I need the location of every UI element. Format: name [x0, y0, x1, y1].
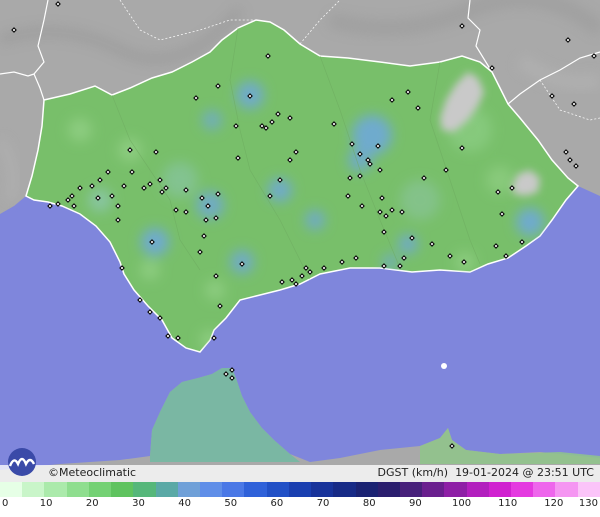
legend-tick-label: 80 [362, 498, 376, 509]
timestamp-label: DGST (km/h) 19-01-2024 @ 23:51 UTC [378, 466, 594, 479]
legend-swatch [444, 482, 467, 497]
legend-tick-label: 130 [578, 498, 598, 509]
legend-swatch [88, 482, 112, 497]
legend-tick-label: 60 [270, 498, 284, 509]
legend-tick-label: 0 [2, 498, 9, 509]
legend-swatch [466, 482, 489, 497]
legend-swatch [422, 482, 445, 497]
brand-label: ©Meteoclimatic [48, 466, 137, 479]
legend-swatch [44, 482, 67, 497]
legend-swatch [355, 482, 378, 497]
map-canvas [0, 0, 600, 482]
legend-swatch [266, 482, 289, 497]
legend-swatch [177, 482, 200, 497]
legend-swatch [333, 482, 356, 497]
legend-swatch [399, 482, 423, 497]
legend-tick-label: 120 [544, 498, 564, 509]
legend-swatch [222, 482, 245, 497]
legend-swatch [155, 482, 178, 497]
legend-swatch [577, 482, 600, 497]
legend-swatch [244, 482, 267, 497]
legend-swatch [533, 482, 556, 497]
legend-swatch [22, 482, 45, 497]
legend-swatch [377, 482, 400, 497]
sea-point [441, 363, 447, 369]
legend-tick-label: 40 [178, 498, 191, 509]
wind-gust-map: ©Meteoclimatic DGST (km/h) 19-01-2024 @ … [0, 0, 600, 517]
legend: 0 10 20 30 40 50 60 70 80 90 100 110 120 130 [0, 482, 600, 517]
legend-swatch [288, 482, 312, 497]
legend-swatch [199, 482, 223, 497]
legend-swatch [311, 482, 334, 497]
legend-swatch [555, 482, 578, 497]
datetime-label: 19-01-2024 @ 23:51 UTC [455, 466, 594, 479]
variable-label: DGST (km/h) [377, 466, 449, 479]
legend-tick-label: 100 [451, 498, 472, 509]
legend-ticks: 0 10 20 30 40 50 60 70 80 90 100 110 120 130 [0, 498, 600, 514]
legend-color-bar [0, 482, 600, 497]
legend-tick-label: 50 [224, 498, 238, 509]
legend-swatch [111, 482, 134, 497]
meteoclimatic-logo-icon [4, 446, 40, 476]
legend-tick-label: 90 [409, 498, 422, 509]
legend-tick-label: 110 [498, 498, 518, 509]
legend-swatch [511, 482, 534, 497]
legend-swatch [133, 482, 156, 497]
legend-tick-label: 30 [132, 498, 145, 509]
legend-tick-label: 10 [39, 498, 53, 509]
legend-swatch [0, 482, 23, 497]
legend-tick-label: 70 [316, 498, 330, 509]
legend-tick-label: 20 [85, 498, 99, 509]
legend-swatch [66, 482, 89, 497]
legend-swatch [488, 482, 512, 497]
